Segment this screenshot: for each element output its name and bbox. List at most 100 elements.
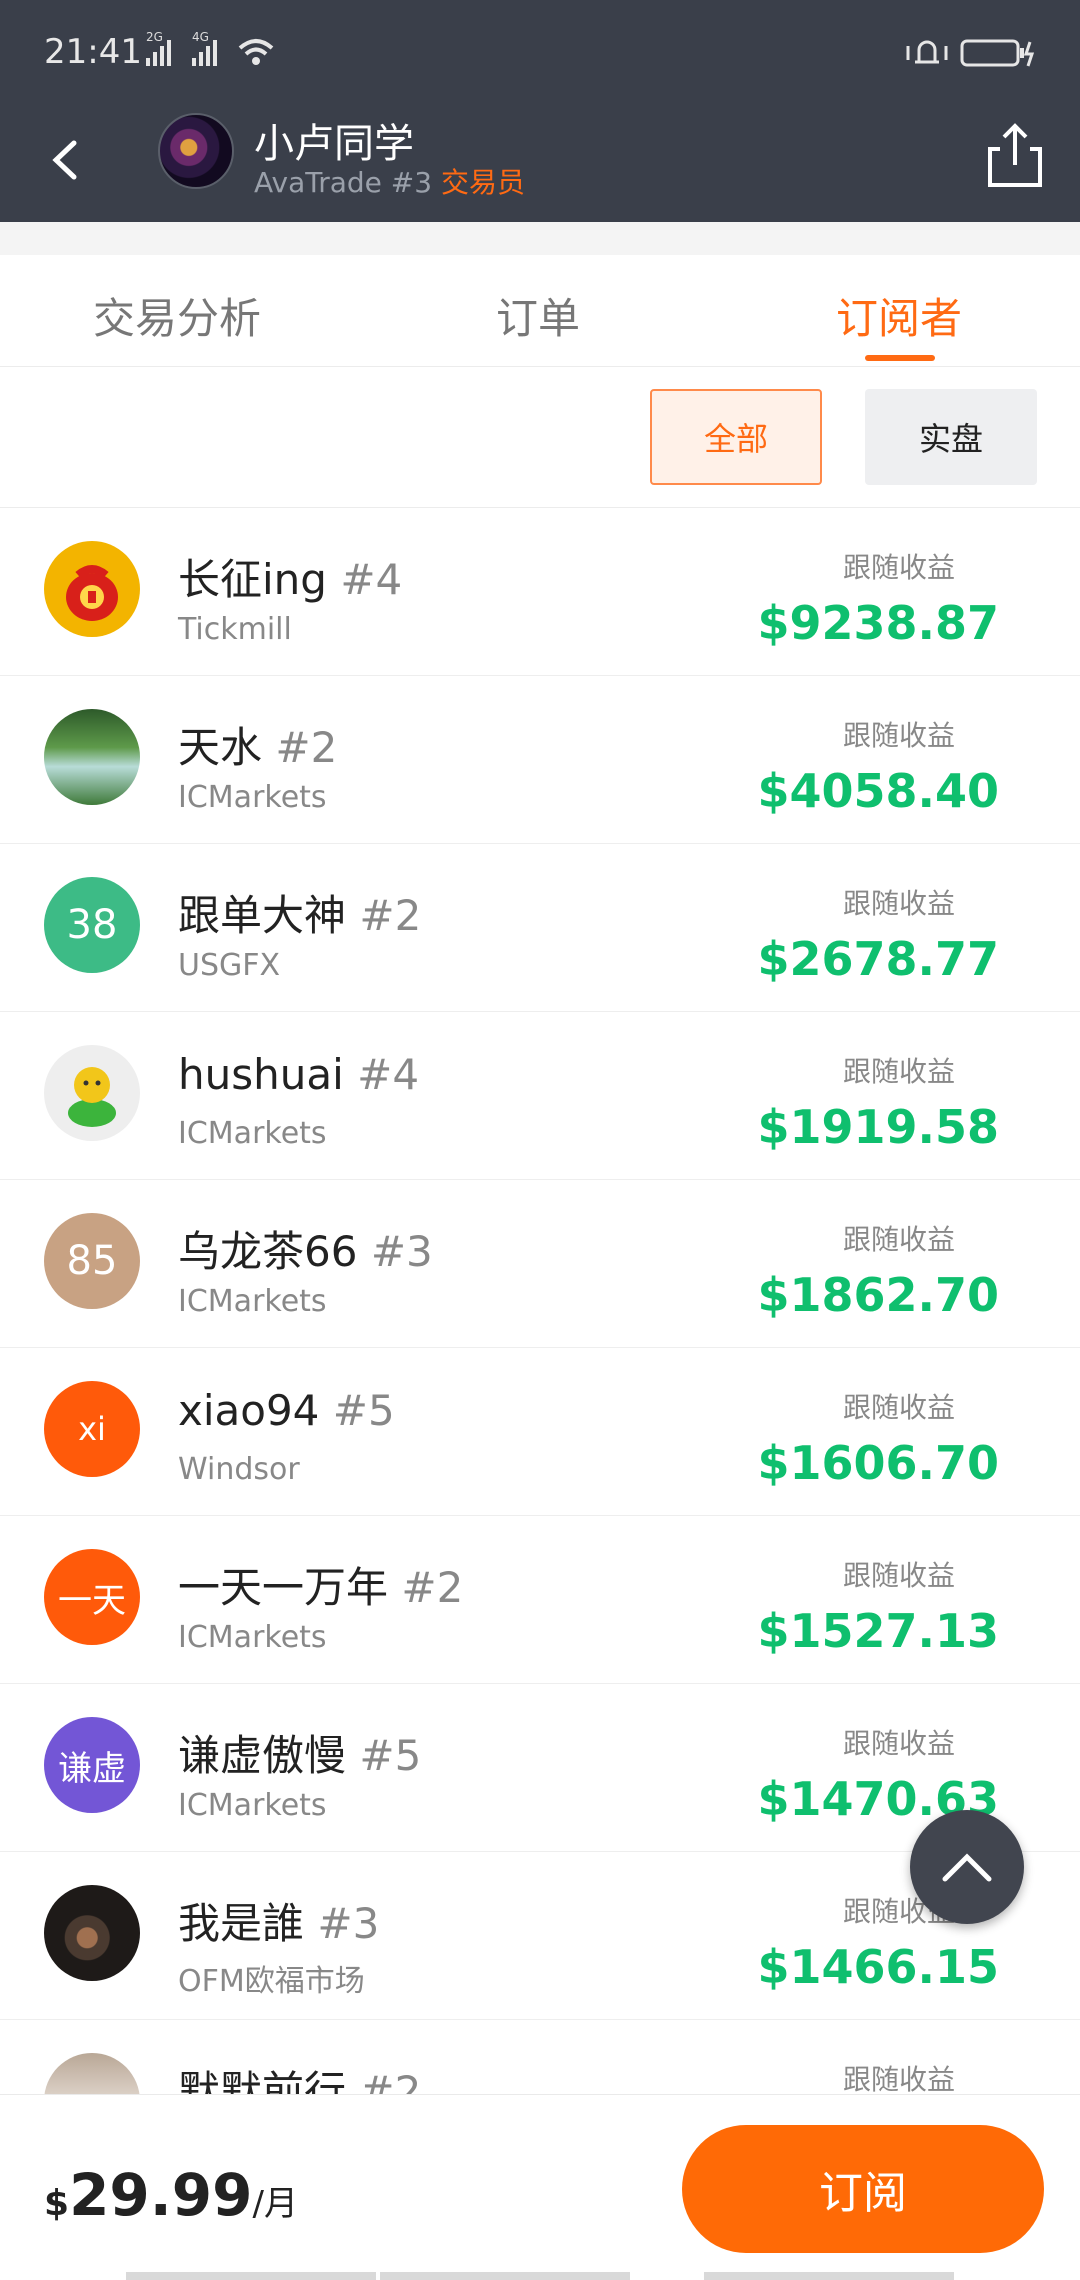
status-bar: 21:41 2G 4G [0, 0, 1080, 105]
tab-bar: 交易分析 订单 订阅者 [0, 255, 1080, 367]
tab-orders[interactable]: 订单 [496, 285, 580, 346]
subscriber-name-text: 我是誰 [178, 1899, 305, 1948]
text-avatar: xi [44, 1381, 140, 1477]
subscriber-name: 乌龙茶66 #3 [178, 1218, 433, 1279]
subscriber-rank: #5 [359, 1731, 422, 1780]
trader-role-badge: 交易员 [440, 166, 525, 199]
subscriber-name-text: 一天一万年 [178, 1563, 389, 1612]
follow-profit-value: $9238.87 [757, 596, 999, 650]
filter-real-account-button[interactable]: 实盘 [865, 389, 1037, 485]
subscriber-name-text: 乌龙茶66 [178, 1227, 358, 1276]
follow-profit-value: $1862.70 [757, 1268, 999, 1322]
subscriber-rank: #2 [401, 1563, 464, 1612]
subscriber-name: 跟单大神 #2 [178, 882, 421, 943]
subscriber-broker: ICMarkets [178, 780, 327, 815]
subscriber-row[interactable]: xi xiao94 #5 Windsor 跟随收益 $1606.70 [0, 1348, 1080, 1516]
subscriber-rank: #3 [317, 1899, 380, 1948]
follow-profit-value: $1466.15 [757, 1940, 999, 1994]
subscriber-row[interactable]: 一天 一天一万年 #2 ICMarkets 跟随收益 $1527.13 [0, 1516, 1080, 1684]
subscriber-broker: ICMarkets [178, 1788, 327, 1823]
follow-profit-value: $1919.58 [757, 1100, 999, 1154]
trader-subline: AvaTrade #3 交易员 [254, 161, 525, 201]
subscriber-name-text: 谦虚傲慢 [178, 1731, 347, 1780]
price-currency: $ [44, 2183, 70, 2224]
text-avatar: 谦虚 [44, 1717, 140, 1813]
follow-profit-value: $4058.40 [757, 764, 999, 818]
planets-photo-avatar [44, 1885, 140, 1981]
subscriber-name-text: 跟单大神 [178, 891, 347, 940]
subscriber-name: 长征ing #4 [178, 546, 402, 607]
signal-icon-2: 4G [192, 30, 217, 66]
follow-profit-value: $1606.70 [757, 1436, 999, 1490]
subscriber-name: hushuai #4 [178, 1050, 419, 1099]
active-tab-indicator [865, 355, 935, 361]
follow-profit-label: 跟随收益 [842, 1391, 955, 1424]
follow-profit-label: 跟随收益 [842, 1727, 955, 1760]
subscriber-row[interactable]: hushuai #4 ICMarkets 跟随收益 $1919.58 [0, 1012, 1080, 1180]
subscriber-broker: ICMarkets [178, 1284, 327, 1319]
chevron-up-icon [942, 1853, 992, 1882]
subscriber-broker: Tickmill [178, 612, 292, 647]
network-type-2: 4G [192, 30, 209, 44]
nav-hint-bar [704, 2272, 954, 2280]
header-gap [0, 222, 1080, 255]
subscriber-rank: #2 [275, 723, 338, 772]
subscriber-rank: #3 [370, 1227, 433, 1276]
subscriber-broker: ICMarkets [178, 1620, 327, 1655]
subscriber-row[interactable]: 85 乌龙茶66 #3 ICMarkets 跟随收益 $1862.70 [0, 1180, 1080, 1348]
subscriber-rank: #2 [359, 891, 422, 940]
tab-trade-analysis[interactable]: 交易分析 [93, 285, 261, 346]
subscribe-bar: $29.99/月 订阅 [0, 2094, 1080, 2280]
subscriber-name-text: xiao94 [178, 1386, 320, 1435]
subscriber-name: 天水 #2 [178, 714, 337, 775]
follow-profit-label: 跟随收益 [842, 719, 955, 752]
text-avatar: 38 [44, 877, 140, 973]
subscriber-name: 一天一万年 #2 [178, 1554, 463, 1615]
subscriber-name: 谦虚傲慢 #5 [178, 1722, 421, 1783]
follow-profit-label: 跟随收益 [842, 887, 955, 920]
follow-profit-value: $2678.77 [757, 932, 999, 986]
filter-bar: 全部 实盘 [0, 368, 1080, 508]
subscriber-broker: ICMarkets [178, 1116, 327, 1151]
subscriber-rank: #4 [340, 555, 403, 604]
subscriber-row[interactable]: 38 跟单大神 #2 USGFX 跟随收益 $2678.77 [0, 844, 1080, 1012]
subscriber-row[interactable]: 谦虚 谦虚傲慢 #5 ICMarkets 跟随收益 $1470.63 [0, 1684, 1080, 1852]
vibrate-bell-icon [906, 40, 948, 64]
app-header: 小卢同学 AvaTrade #3 交易员 [0, 105, 1080, 222]
subscriber-broker: USGFX [178, 948, 281, 983]
battery-icon [960, 39, 1035, 67]
signal-icon-1: 2G [146, 30, 171, 66]
network-type-1: 2G [146, 30, 163, 44]
nav-hint-bar [380, 2272, 630, 2280]
lucky-bag-icon [44, 541, 140, 637]
subscriber-name-text: 长征ing [178, 555, 327, 604]
subscriber-broker: OFM欧福市场 [178, 1964, 365, 1999]
subscriber-row[interactable]: 天水 #2 ICMarkets 跟随收益 $4058.40 [0, 676, 1080, 844]
filter-all-button[interactable]: 全部 [650, 389, 822, 485]
price-unit: /月 [252, 2184, 298, 2224]
tab-subscribers[interactable]: 订阅者 [836, 285, 962, 346]
subscriber-name: xiao94 #5 [178, 1386, 395, 1435]
follow-profit-label: 跟随收益 [842, 2063, 955, 2096]
follow-profit-label: 跟随收益 [842, 1055, 955, 1088]
follow-profit-label: 跟随收益 [842, 1223, 955, 1256]
green-figure-icon [44, 1045, 140, 1141]
waterfall-photo-avatar [44, 709, 140, 805]
subscriber-name-text: hushuai [178, 1050, 344, 1099]
subscribe-button[interactable]: 订阅 [682, 2125, 1044, 2253]
subscriber-name-text: 天水 [178, 723, 263, 772]
subscription-price: $29.99/月 [44, 2161, 298, 2229]
wifi-icon [238, 39, 274, 65]
subscriber-rank: #5 [332, 1386, 395, 1435]
trader-avatar[interactable] [158, 113, 234, 189]
subscriber-broker: Windsor [178, 1452, 300, 1487]
nav-hint-bar [126, 2272, 376, 2280]
scroll-to-top-button[interactable] [910, 1810, 1024, 1924]
follow-profit-value: $1527.13 [757, 1604, 999, 1658]
trader-broker-rank: AvaTrade #3 [254, 166, 433, 199]
share-button[interactable] [980, 115, 1050, 195]
subscriber-row[interactable]: 长征ing #4 Tickmill 跟随收益 $9238.87 [0, 508, 1080, 676]
text-avatar: 85 [44, 1213, 140, 1309]
subscriber-name: 我是誰 #3 [178, 1890, 379, 1951]
back-button[interactable] [36, 125, 106, 195]
